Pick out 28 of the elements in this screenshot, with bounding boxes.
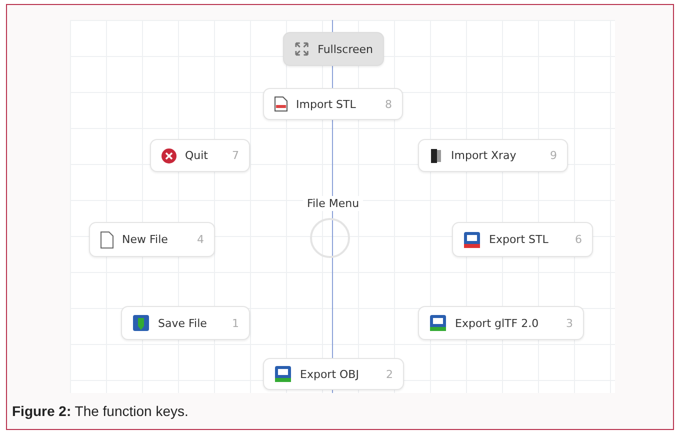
center-ring-icon — [310, 218, 350, 258]
menu-item[interactable]: Quit 7 — [150, 139, 250, 172]
file-icon — [274, 96, 288, 112]
window-icon — [274, 365, 292, 383]
window-icon — [463, 230, 481, 248]
close-icon — [161, 148, 177, 164]
menu-item[interactable]: Export STL 6 — [452, 222, 593, 257]
window-icon — [429, 314, 447, 332]
file-icon — [100, 230, 114, 248]
hotkey-number: 6 — [575, 233, 582, 246]
menu-title: File Menu — [303, 196, 363, 211]
figure-caption: Figure 2: The function keys. — [12, 403, 190, 419]
hotkey-number: 4 — [197, 233, 204, 246]
hotkey-number: 8 — [385, 98, 392, 110]
menu-item[interactable]: Export glTF 2.0 3 — [418, 306, 584, 340]
menu-item[interactable]: New File 4 — [89, 222, 215, 257]
hotkey-number: 3 — [566, 316, 573, 330]
hotkey-number: 7 — [232, 149, 239, 162]
hotkey-number: 2 — [386, 368, 393, 380]
hotkey-number: 1 — [232, 316, 239, 330]
menu-item[interactable]: Save File 1 — [121, 306, 250, 340]
hotkey-number: 9 — [550, 149, 557, 162]
fullscreen-icon — [294, 41, 310, 57]
menu-item[interactable]: Fullscreen — [283, 32, 384, 66]
menu-item[interactable]: Import Xray 9 — [418, 139, 568, 172]
document-icon — [429, 148, 443, 164]
menu-item[interactable]: Export OBJ 2 — [263, 358, 404, 390]
menu-item[interactable]: Import STL 8 — [263, 88, 403, 120]
